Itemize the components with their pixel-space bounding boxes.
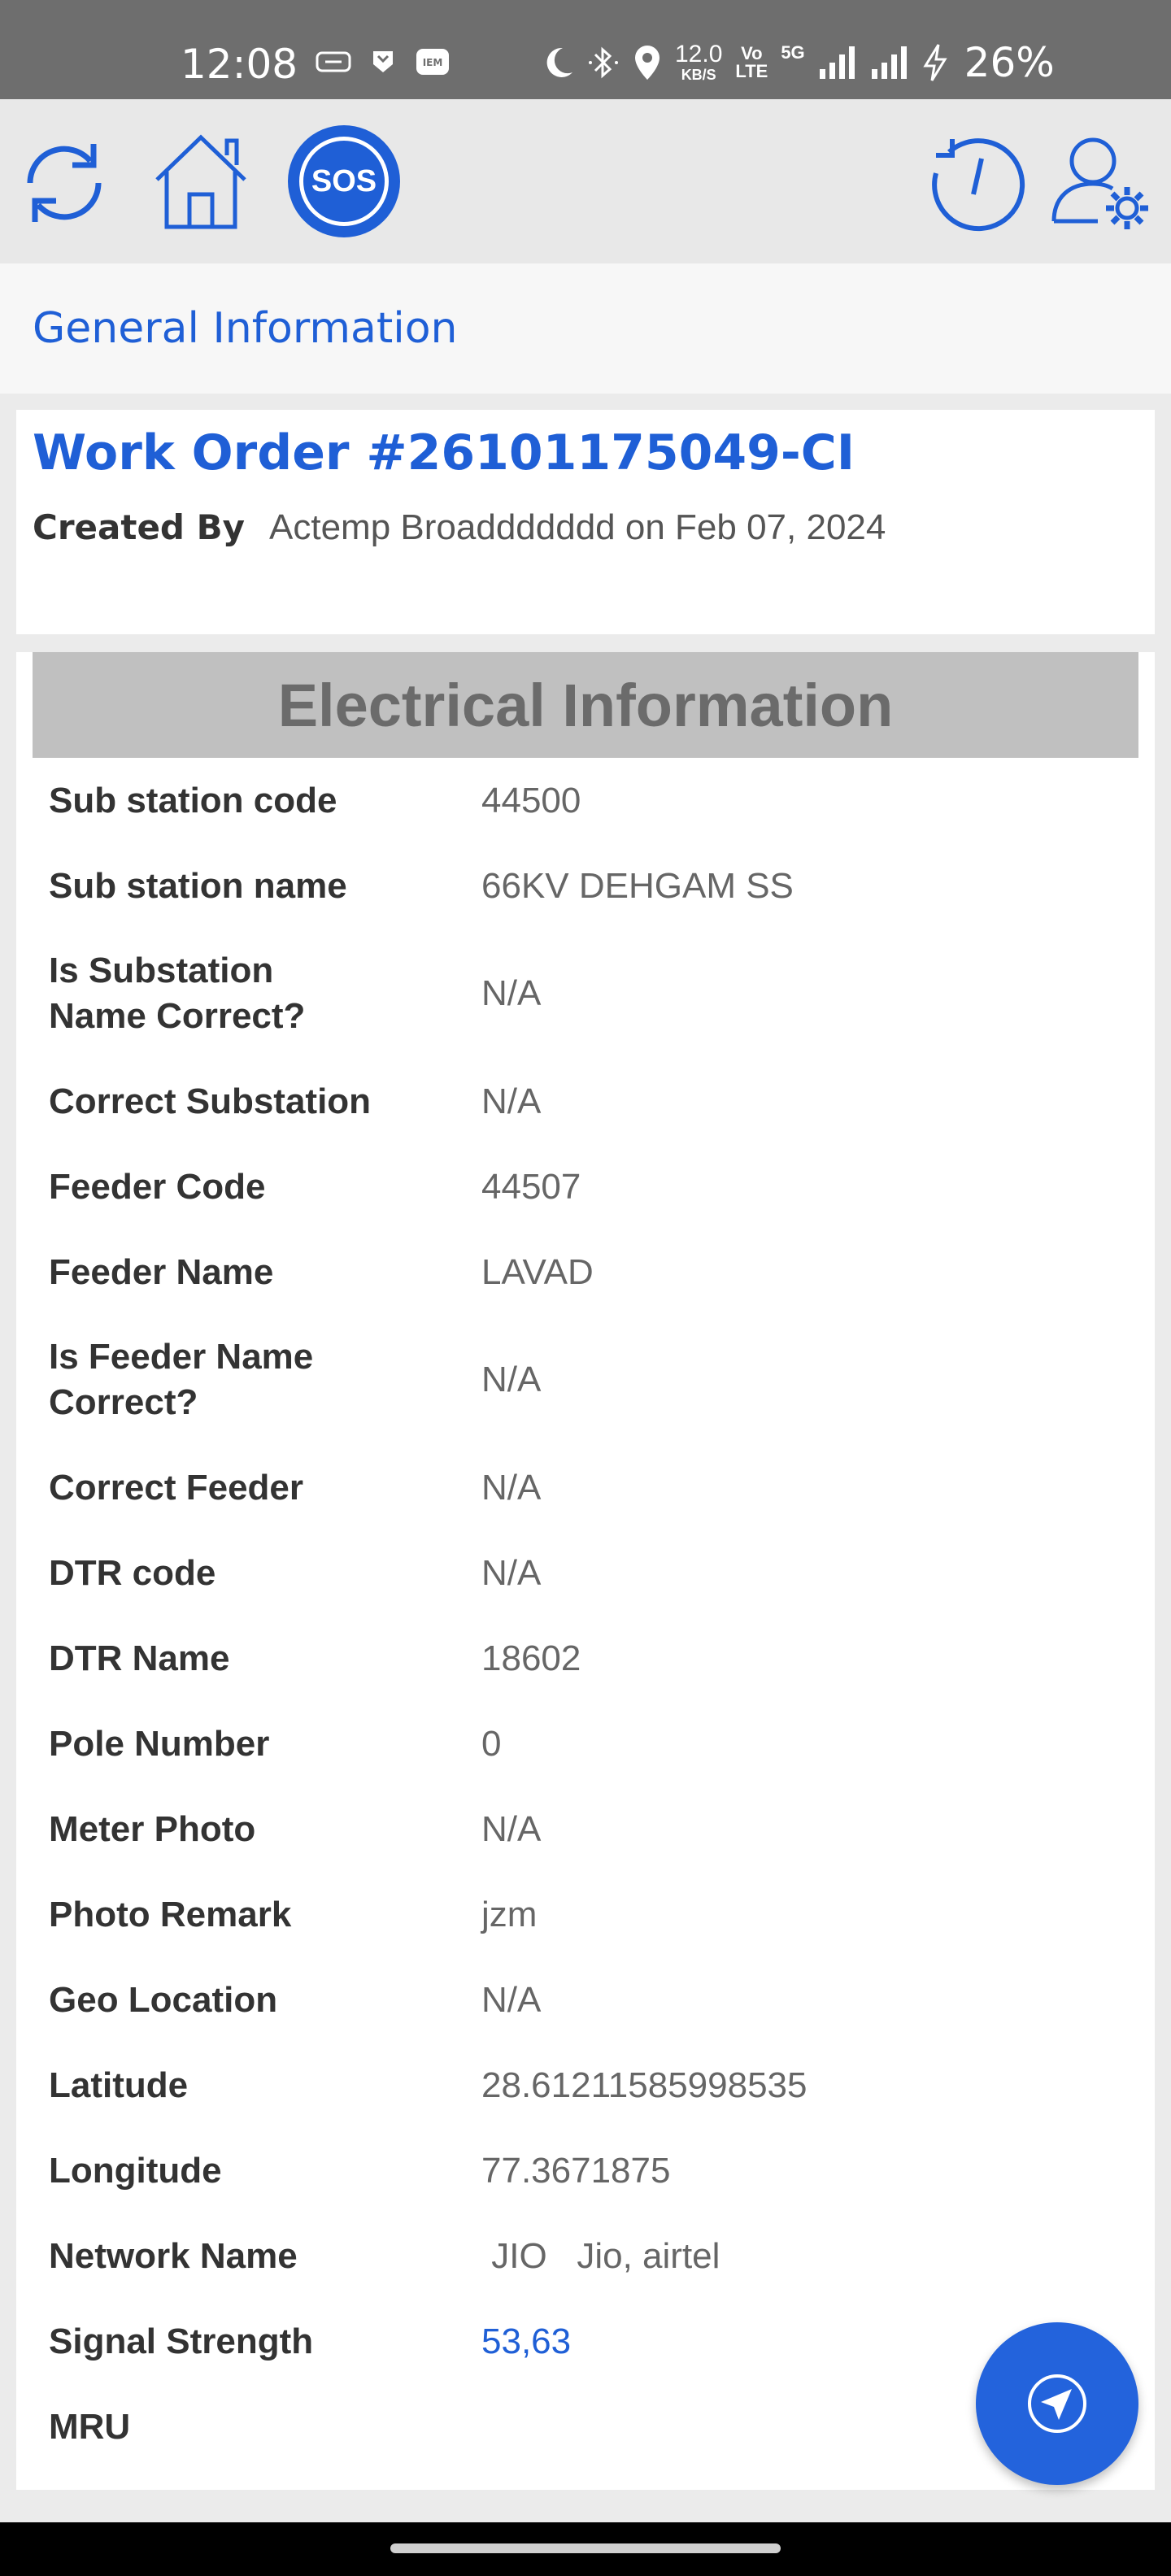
info-row: Sub station name 66KV DEHGAM SS: [49, 865, 794, 906]
info-row: Meter Photo N/A: [49, 1808, 542, 1849]
home-gesture-handle[interactable]: [390, 2543, 781, 2553]
info-row: Network Name JIO Jio, airtel: [49, 2235, 720, 2276]
refresh-icon: [27, 144, 102, 222]
signal-strength-link[interactable]: 53,63: [481, 2321, 571, 2362]
info-row: Sub station code 44500: [49, 780, 581, 820]
notification-icons: IEM: [316, 47, 451, 76]
created-by: Created By Actemp Broaddddddd on Feb 07, …: [33, 507, 886, 548]
work-order-card: Work Order #26101175049-CI Created By Act…: [16, 410, 1155, 634]
bluetooth-icon: [589, 46, 618, 79]
electrical-information-panel: Electrical Information Sub station code 4…: [16, 652, 1155, 2490]
info-row: Is Substation Name Correct? N/A: [49, 951, 542, 1036]
info-row: DTR code N/A: [49, 1552, 542, 1593]
sos-icon: SOS: [299, 137, 389, 226]
system-icons: 12.0 KB/S Vo LTE 5G 26%: [542, 39, 1055, 86]
moon-icon: [546, 47, 572, 77]
info-row: Feeder Name LAVAD: [49, 1251, 594, 1292]
info-row: MRU: [49, 2406, 131, 2447]
section-title: General Information: [33, 304, 458, 353]
user-settings-button[interactable]: [1049, 130, 1155, 236]
battery-percent: 26%: [964, 39, 1055, 86]
navigate-fab[interactable]: [976, 2322, 1138, 2485]
info-row: Latitude 28.61211585998535: [49, 2065, 808, 2105]
history-icon: [932, 138, 1025, 232]
navigation-arrow-icon: [1028, 2374, 1086, 2433]
general-information-header: General Information: [0, 263, 1171, 394]
info-row: Photo Remark jzm: [49, 1894, 538, 1934]
signal-icon: [819, 46, 855, 79]
history-button[interactable]: [922, 130, 1028, 236]
status-bar: 12:08 IEM 12.0 KB/S Vo LTE 5G 26%: [0, 0, 1171, 99]
home-icon: [155, 134, 246, 229]
panel-heading: Electrical Information: [33, 652, 1138, 758]
signal-icon: [871, 46, 907, 79]
svg-text:IEM: IEM: [423, 57, 443, 68]
created-by-value: Actemp Broaddddddd on Feb 07, 2024: [269, 507, 886, 547]
top-toolbar: SOS: [0, 99, 1171, 263]
user-settings-icon: [1051, 137, 1148, 229]
info-row: Feeder Code 44507: [49, 1166, 581, 1207]
status-time: 12:08: [181, 41, 298, 88]
location-icon: [635, 46, 660, 80]
network-speed: 12.0 KB/S: [675, 41, 723, 84]
iem-icon: IEM: [416, 49, 449, 75]
sos-button[interactable]: SOS: [288, 125, 400, 237]
refresh-button[interactable]: [11, 130, 117, 236]
info-row: Correct Substation N/A: [49, 1081, 542, 1121]
info-row: Signal Strength 53,63: [49, 2321, 572, 2362]
info-rows: Sub station code 44500 Sub station name 66…: [49, 758, 1138, 2469]
charging-icon: [922, 44, 947, 81]
info-row: Is Feeder Name Correct? N/A: [49, 1337, 542, 1422]
created-by-label: Created By: [33, 507, 246, 547]
info-row: DTR Name 18602: [49, 1638, 581, 1678]
home-button[interactable]: [148, 130, 254, 236]
info-row: Geo Location N/A: [49, 1979, 542, 2020]
work-order-title: Work Order #26101175049-CI: [33, 424, 855, 481]
info-row: Pole Number 0: [49, 1723, 502, 1764]
system-navigation-bar: [0, 2522, 1171, 2576]
mail-icon: [316, 51, 351, 72]
shield-icon: [373, 51, 393, 72]
volte-indicator: Vo LTE: [735, 43, 768, 81]
info-row: Longitude 77.3671875: [49, 2150, 671, 2191]
network-type: 5G: [781, 42, 805, 63]
info-row: Correct Feeder N/A: [49, 1467, 542, 1508]
